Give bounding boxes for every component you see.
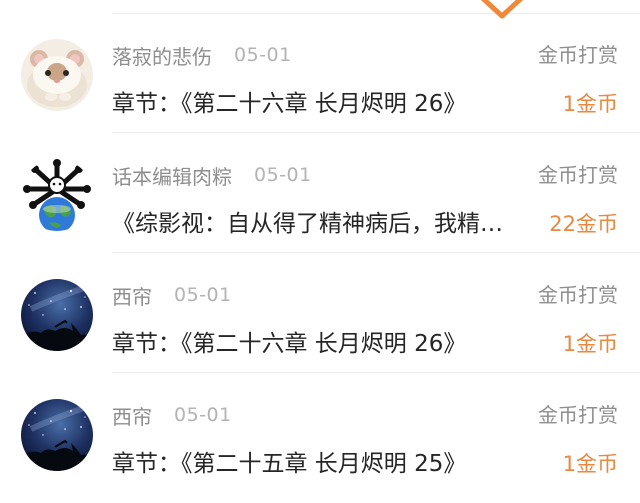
list-item[interactable]: 落寂的悲伤 05-01 章节：《第二十六章 长月烬明 26》 金币打赏 1金币 xyxy=(0,14,640,133)
reward-content[interactable]: 章节：《第二十五章 长月烬明 25》 xyxy=(112,448,532,480)
reward-content[interactable]: 章节：《第二十六章 长月烬明 26》 xyxy=(112,328,532,360)
reward-content[interactable]: 章节：《第二十六章 长月烬明 26》 xyxy=(112,88,532,120)
divider xyxy=(112,372,640,373)
date: 05-01 xyxy=(174,284,232,306)
divider xyxy=(112,132,640,133)
action-label: 金币打赏 xyxy=(538,163,618,187)
item-meta: 话本编辑肉粽 05-01 xyxy=(112,160,312,190)
action-label: 金币打赏 xyxy=(538,283,618,307)
night-sky-avatar[interactable] xyxy=(21,279,93,351)
list-item[interactable]: 西帘 05-01 章节：《第二十五章 长月烬明 25》 金币打赏 1金币 xyxy=(0,374,640,493)
list-item[interactable]: 西帘 05-01 章节：《第二十六章 长月烬明 26》 金币打赏 1金币 xyxy=(0,254,640,373)
reward-amount: 1金币 xyxy=(562,332,618,356)
username[interactable]: 话本编辑肉粽 xyxy=(112,161,232,190)
item-meta: 西帘 05-01 xyxy=(112,400,232,430)
username[interactable]: 西帘 xyxy=(112,401,152,430)
divider xyxy=(112,252,640,253)
list-item[interactable]: 话本编辑肉粽 05-01 《综影视：自从得了精神病后，我精神状态好多了》 金币打… xyxy=(0,134,640,253)
action-label: 金币打赏 xyxy=(538,403,618,427)
reward-list-page: 落寂的悲伤 05-01 章节：《第二十六章 长月烬明 26》 金币打赏 1金币 xyxy=(0,0,640,503)
username[interactable]: 西帘 xyxy=(112,281,152,310)
username[interactable]: 落寂的悲伤 xyxy=(112,41,212,70)
night-sky-avatar[interactable] xyxy=(21,399,93,471)
reward-amount: 1金币 xyxy=(562,452,618,476)
item-meta: 落寂的悲伤 05-01 xyxy=(112,40,292,70)
date: 05-01 xyxy=(234,44,292,66)
earth-avatar[interactable] xyxy=(21,159,93,231)
reward-content[interactable]: 《综影视：自从得了精神病后，我精神状态好多了》 xyxy=(112,208,524,240)
date: 05-01 xyxy=(174,404,232,426)
hamster-avatar[interactable] xyxy=(21,39,93,111)
reward-amount: 22金币 xyxy=(549,212,618,236)
action-label: 金币打赏 xyxy=(538,43,618,67)
date: 05-01 xyxy=(254,164,312,186)
item-meta: 西帘 05-01 xyxy=(112,280,232,310)
reward-amount: 1金币 xyxy=(562,92,618,116)
